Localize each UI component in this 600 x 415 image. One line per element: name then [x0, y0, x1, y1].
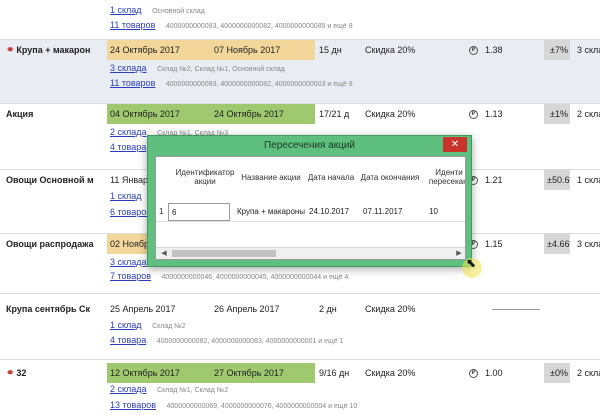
- coin-icon: ₽: [466, 363, 480, 383]
- duration: 15 дн: [319, 45, 342, 55]
- stores-link[interactable]: 1 склад: [110, 191, 142, 201]
- duration: 17/21 д: [319, 109, 350, 119]
- discount: Скидка 20%: [365, 109, 416, 119]
- stores-list: Склад №1, Склад №2: [157, 387, 229, 394]
- overlap-name-cell[interactable]: Крупа + макароны: [234, 203, 306, 221]
- overlap-cross-cell[interactable]: 10: [426, 203, 465, 221]
- date-end: 27 Октябрь 2017: [211, 363, 315, 383]
- close-icon[interactable]: ✕: [443, 137, 467, 152]
- change-percent: ±0%: [544, 363, 570, 383]
- products-link[interactable]: 7 товаров: [110, 271, 151, 281]
- stores-count: 1 склад: [577, 175, 600, 185]
- stores-link[interactable]: 3 склада: [110, 63, 147, 73]
- products-link[interactable]: 11 товаров: [110, 78, 155, 88]
- change-percent: ±50.6%: [544, 170, 570, 190]
- promo-name: 32: [16, 368, 27, 378]
- ratio: 1.21: [485, 175, 503, 185]
- ratio: 1.38: [485, 45, 503, 55]
- stores-count: 2 склад: [577, 109, 600, 119]
- promo-row[interactable]: Крупа сентябрь Ск 25 Апрель 2017 26 Апре…: [0, 294, 600, 360]
- scroll-right-icon[interactable]: ▶: [453, 248, 465, 259]
- date-start: 04 Октябрь 2017: [107, 104, 211, 124]
- overlap-id-cell[interactable]: 6: [168, 203, 230, 221]
- stores-link[interactable]: 2 склада: [110, 127, 147, 137]
- promo-name: Овощи Основной м: [6, 175, 94, 185]
- date-end: 26 Апрель 2017: [214, 304, 280, 314]
- promo-row: 1 склад Основной склад 11 товаров 400000…: [0, 0, 600, 40]
- products-list: 4000000000083, 4000000000082, 4000000000…: [165, 81, 353, 88]
- ratio: 1.13: [485, 109, 503, 119]
- promo-name: Овощи распродажа: [6, 239, 94, 249]
- column-header[interactable]: Иденти пересекаю: [424, 159, 465, 195]
- column-header[interactable]: Дата окончания: [356, 159, 424, 195]
- row-number: 1: [159, 207, 164, 216]
- discount: Скидка 20%: [365, 304, 416, 314]
- products-link[interactable]: 13 товаров: [110, 400, 156, 410]
- column-header[interactable]: Дата начала: [306, 159, 356, 195]
- overlaps-dialog[interactable]: Пересечения акций ✕ Идентификатор акции …: [147, 135, 472, 267]
- row-divider: [156, 221, 465, 222]
- products-list: 4000000000046, 4000000000045, 4000000000…: [161, 274, 349, 281]
- stores-link[interactable]: 3 склада: [110, 257, 147, 267]
- scroll-thumb[interactable]: [172, 250, 276, 257]
- discount: Скидка 20%: [365, 45, 416, 55]
- stores-link[interactable]: 1 склад: [110, 5, 142, 15]
- empty-dash: [492, 309, 540, 310]
- products-list: 4000000000083, 4000000000082, 4000000000…: [165, 23, 353, 30]
- change-percent: ±4.66%: [544, 234, 570, 254]
- products-link[interactable]: 11 товаров: [110, 20, 155, 30]
- stores-count: 3 склад: [577, 239, 600, 249]
- date-start: 24 Октябрь 2017: [107, 40, 211, 60]
- stores-link[interactable]: 2 склада: [110, 384, 147, 394]
- duration: 9/16 дн: [319, 368, 350, 378]
- ratio: 1.15: [485, 239, 503, 249]
- coin-icon: ₽: [466, 104, 480, 124]
- overlaps-table: Идентификатор акции Название акции Дата …: [155, 156, 466, 260]
- date-end: 24 Октябрь 2017: [211, 104, 315, 124]
- products-link[interactable]: 4 товара: [110, 142, 146, 152]
- column-header[interactable]: Название акции: [236, 159, 306, 195]
- ratio: 1.00: [485, 368, 503, 378]
- discount: Скидка 20%: [365, 368, 416, 378]
- column-header[interactable]: Идентификатор акции: [168, 159, 242, 195]
- products-list: 4000000000082, 4000000000083, 4000000000…: [156, 338, 344, 345]
- overlap-end-cell[interactable]: 07.11.2017: [360, 203, 424, 221]
- stores-list: Склад №2, Склад №1, Основной склад: [157, 66, 285, 73]
- products-link[interactable]: 4 товара: [110, 335, 146, 345]
- overlap-badge-icon[interactable]: ⚭: [6, 368, 14, 379]
- date-start: 12 Октябрь 2017: [107, 363, 211, 383]
- products-link[interactable]: 6 товаров: [110, 207, 151, 217]
- products-list: 4000000000069, 4000000000076, 4000000000…: [166, 403, 358, 410]
- stores-list: Основной склад: [152, 8, 205, 15]
- horizontal-scrollbar[interactable]: ◀ ▶: [156, 247, 465, 259]
- overlap-badge-icon[interactable]: ⚭: [6, 45, 14, 56]
- change-percent: ±7%: [544, 40, 570, 60]
- dialog-title[interactable]: Пересечения акций: [148, 136, 471, 155]
- promo-name: Акция: [6, 109, 34, 119]
- scroll-left-icon[interactable]: ◀: [158, 248, 170, 259]
- stores-list: Склад №2: [152, 323, 186, 330]
- date-end: 07 Ноябрь 2017: [211, 40, 315, 60]
- stores-count: 2 склад: [577, 368, 600, 378]
- date-start: 25 Апрель 2017: [110, 304, 176, 314]
- stores-link[interactable]: 1 склад: [110, 320, 142, 330]
- promo-row[interactable]: ⚭ Крупа + макарон 24 Октябрь 2017 07 Нояб…: [0, 40, 600, 104]
- duration: 2 дн: [319, 304, 337, 314]
- promo-name: Крупа + макарон: [16, 45, 91, 55]
- promo-row[interactable]: ⚭ 32 12 Октябрь 2017 27 Октябрь 2017 9/16…: [0, 360, 600, 415]
- overlap-start-cell[interactable]: 24.10.2017: [306, 203, 356, 221]
- promo-name: Крупа сентябрь Ск: [6, 304, 91, 314]
- coin-icon: ₽: [466, 40, 480, 60]
- mouse-pointer-icon: ⬉: [466, 256, 477, 270]
- change-percent: ±1%: [544, 104, 570, 124]
- stores-count: 3 склад: [577, 45, 600, 55]
